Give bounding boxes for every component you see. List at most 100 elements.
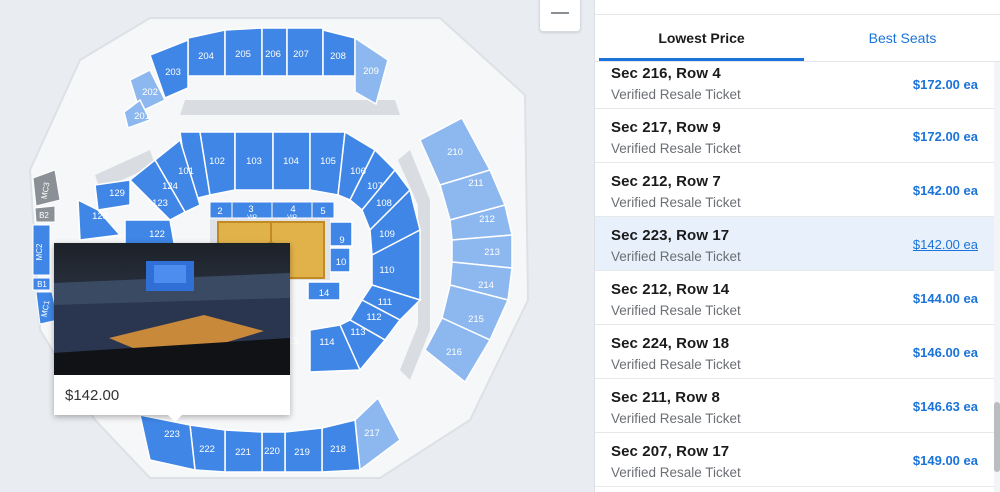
seating-map[interactable]: 204 205 206 207 208 209 203 202 201 210 … <box>0 0 594 492</box>
label-209: 209 <box>363 66 379 77</box>
label-106: 106 <box>350 166 366 177</box>
listing-subtitle: Verified Resale Ticket <box>611 249 741 264</box>
listing-subtitle: Verified Resale Ticket <box>611 357 741 372</box>
listing-price: $146.00 ea <box>912 345 978 360</box>
label-215: 215 <box>468 314 484 325</box>
concourse-upper <box>180 100 400 115</box>
listing-title: Sec 224, Row 18 <box>611 335 730 352</box>
listing-row[interactable]: Sec 212, Row 7 Verified Resale Ticket $1… <box>595 163 994 217</box>
listing-subtitle: Verified Resale Ticket <box>611 411 741 426</box>
label-219: 219 <box>294 447 310 458</box>
label-123: 123 <box>152 198 168 209</box>
label-10: 10 <box>336 257 347 268</box>
label-court-5: 5 <box>320 206 325 217</box>
panel-header <box>595 0 1000 15</box>
listing-title: Sec 212, Row 14 <box>611 281 730 298</box>
listing-price: $146.63 ea <box>912 399 978 414</box>
label-mc2: MC2 <box>35 243 44 260</box>
listing-subtitle: Verified Resale Ticket <box>611 141 741 156</box>
listing-subtitle: Verified Resale Ticket <box>611 195 741 210</box>
label-109: 109 <box>379 229 395 240</box>
label-9: 9 <box>339 235 344 246</box>
listing-price: $142.00 ea <box>912 183 978 198</box>
listing-title: Sec 223, Row 17 <box>611 227 730 244</box>
label-206: 206 <box>265 49 281 60</box>
label-203: 203 <box>165 67 181 78</box>
label-court-3: 3 <box>248 204 253 215</box>
label-222: 222 <box>199 444 215 455</box>
listing-row[interactable]: Sec 224, Row 18 Verified Resale Ticket $… <box>595 325 994 379</box>
label-101: 101 <box>178 166 194 177</box>
label-220: 220 <box>264 446 280 457</box>
label-114: 114 <box>319 337 334 348</box>
listing-row[interactable]: Sec 207, Row 17 Verified Resale Ticket $… <box>595 433 994 487</box>
label-b1: B1 <box>37 280 47 289</box>
label-108: 108 <box>376 198 392 209</box>
label-110: 110 <box>379 265 394 276</box>
listing-title: Sec 212, Row 7 <box>611 173 721 190</box>
listing-row[interactable]: Sec 216, Row 4 Verified Resale Ticket $1… <box>595 62 994 109</box>
label-113: 113 <box>350 327 365 338</box>
arena-view-photo <box>54 243 290 375</box>
label-128: 128 <box>92 211 108 222</box>
listing-row-selected[interactable]: Sec 223, Row 17 Verified Resale Ticket $… <box>595 217 994 271</box>
section-tooltip: $142.00 <box>54 243 290 422</box>
label-103: 103 <box>246 156 262 167</box>
label-216: 216 <box>446 347 462 358</box>
label-b2: B2 <box>39 211 49 220</box>
label-107: 107 <box>367 181 383 192</box>
label-217: 217 <box>364 428 380 439</box>
listing-title: Sec 211, Row 8 <box>611 389 720 406</box>
tab-best-seats[interactable]: Best Seats <box>804 15 1000 61</box>
listing-list: Sec 216, Row 4 Verified Resale Ticket $1… <box>595 62 994 487</box>
scrollbar-thumb[interactable] <box>994 402 1000 472</box>
label-218: 218 <box>330 444 346 455</box>
tab-lowest-price[interactable]: Lowest Price <box>599 15 804 61</box>
label-124: 124 <box>162 181 178 192</box>
label-213: 213 <box>484 247 500 258</box>
minus-icon <box>551 12 569 14</box>
label-112: 112 <box>366 312 381 323</box>
listings-panel: Lowest Price Best Seats Sec 216, Row 4 V… <box>594 0 1000 492</box>
label-129: 129 <box>109 188 125 199</box>
zoom-out-button[interactable] <box>539 0 581 32</box>
listing-row[interactable]: Sec 217, Row 9 Verified Resale Ticket $1… <box>595 109 994 163</box>
label-204: 204 <box>198 51 214 62</box>
label-201: 201 <box>134 111 150 122</box>
label-202: 202 <box>142 87 158 98</box>
label-court-4: 4 <box>290 204 295 215</box>
listing-price: $172.00 ea <box>912 77 978 92</box>
label-205: 205 <box>235 49 251 60</box>
label-208: 208 <box>330 51 346 62</box>
listing-subtitle: Verified Resale Ticket <box>611 87 741 102</box>
label-105: 105 <box>320 156 336 167</box>
label-104: 104 <box>283 156 299 167</box>
sort-tabs: Lowest Price Best Seats <box>595 15 1000 62</box>
listing-price[interactable]: $142.00 ea <box>913 237 978 252</box>
listing-price: $144.00 ea <box>912 291 978 306</box>
listing-title: Sec 217, Row 9 <box>611 119 721 136</box>
listing-subtitle: Verified Resale Ticket <box>611 303 741 318</box>
label-221: 221 <box>235 447 251 458</box>
label-vip-right: VIP <box>287 215 297 221</box>
listing-subtitle: Verified Resale Ticket <box>611 465 741 480</box>
label-210: 210 <box>447 147 463 158</box>
listing-row[interactable]: Sec 211, Row 8 Verified Resale Ticket $1… <box>595 379 994 433</box>
label-223: 223 <box>164 429 180 440</box>
label-14: 14 <box>319 288 330 299</box>
label-court-2: 2 <box>217 206 222 217</box>
listings-scrollbar[interactable] <box>994 62 1000 492</box>
label-211: 211 <box>468 178 483 189</box>
label-111: 111 <box>378 297 392 308</box>
label-vip-left: VIP <box>247 215 257 221</box>
label-214: 214 <box>478 280 494 291</box>
label-207: 207 <box>293 49 309 60</box>
listing-title: Sec 207, Row 17 <box>611 443 730 460</box>
label-212: 212 <box>479 214 495 225</box>
listing-price: $149.00 ea <box>912 453 978 468</box>
listing-price: $172.00 ea <box>912 129 978 144</box>
listing-row[interactable]: Sec 212, Row 14 Verified Resale Ticket $… <box>595 271 994 325</box>
tooltip-pointer <box>166 413 184 422</box>
court-sections <box>209 201 335 219</box>
tooltip-price: $142.00 <box>65 387 120 404</box>
